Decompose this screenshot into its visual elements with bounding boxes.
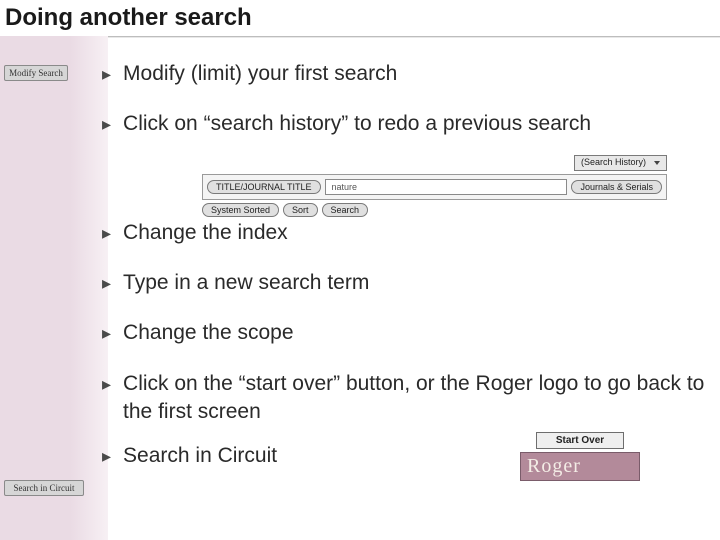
slide: Doing another search Modify Search Searc… [0, 0, 720, 540]
bullet-text: Click on the “start over” button, or the… [123, 370, 710, 427]
triangle-bullet-icon: ▸ [102, 370, 111, 398]
search-form-screenshot: (Search History) TITLE/JOURNAL TITLE nat… [202, 155, 667, 217]
bullet-item: ▸ Modify (limit) your first search [102, 60, 710, 88]
bullet-text: Change the scope [123, 319, 710, 347]
search-history-row: (Search History) [202, 155, 667, 171]
search-bar: TITLE/JOURNAL TITLE nature Journals & Se… [202, 174, 667, 200]
scope-selector: Journals & Serials [571, 180, 662, 194]
search-in-circuit-chip: Search in Circuit [4, 480, 84, 496]
bullet-text: Change the index [123, 219, 710, 247]
bullet-item: ▸ Click on the “start over” button, or t… [102, 370, 710, 427]
bullet-item: ▸ Change the index [102, 219, 710, 247]
roger-logo: Roger [520, 452, 640, 481]
sort-button: Sort [283, 203, 318, 217]
search-controls-row: System Sorted Sort Search [202, 203, 667, 217]
decorative-pillar [0, 36, 108, 540]
bullet-text: Click on “search history” to redo a prev… [123, 110, 710, 138]
triangle-bullet-icon: ▸ [102, 319, 111, 347]
triangle-bullet-icon: ▸ [102, 60, 111, 88]
search-history-dropdown: (Search History) [574, 155, 667, 171]
triangle-bullet-icon: ▸ [102, 269, 111, 297]
search-term-field: nature [325, 179, 568, 195]
triangle-bullet-icon: ▸ [102, 442, 111, 470]
slide-title: Doing another search [5, 4, 252, 32]
bullet-text: Type in a new search term [123, 269, 710, 297]
triangle-bullet-icon: ▸ [102, 219, 111, 247]
title-underline [0, 36, 720, 38]
bullet-item: ▸ Type in a new search term [102, 269, 710, 297]
start-over-group: Start Over Roger [520, 432, 640, 481]
bullet-item: ▸ Change the scope [102, 319, 710, 347]
search-button: Search [322, 203, 369, 217]
bullet-item: ▸ Click on “search history” to redo a pr… [102, 110, 710, 138]
bullet-list: ▸ Modify (limit) your first search ▸ Cli… [102, 60, 710, 471]
modify-search-chip: Modify Search [4, 65, 68, 81]
sort-mode: System Sorted [202, 203, 279, 217]
triangle-bullet-icon: ▸ [102, 110, 111, 138]
bullet-text: Modify (limit) your first search [123, 60, 710, 88]
index-selector: TITLE/JOURNAL TITLE [207, 180, 321, 194]
start-over-button: Start Over [536, 432, 624, 449]
